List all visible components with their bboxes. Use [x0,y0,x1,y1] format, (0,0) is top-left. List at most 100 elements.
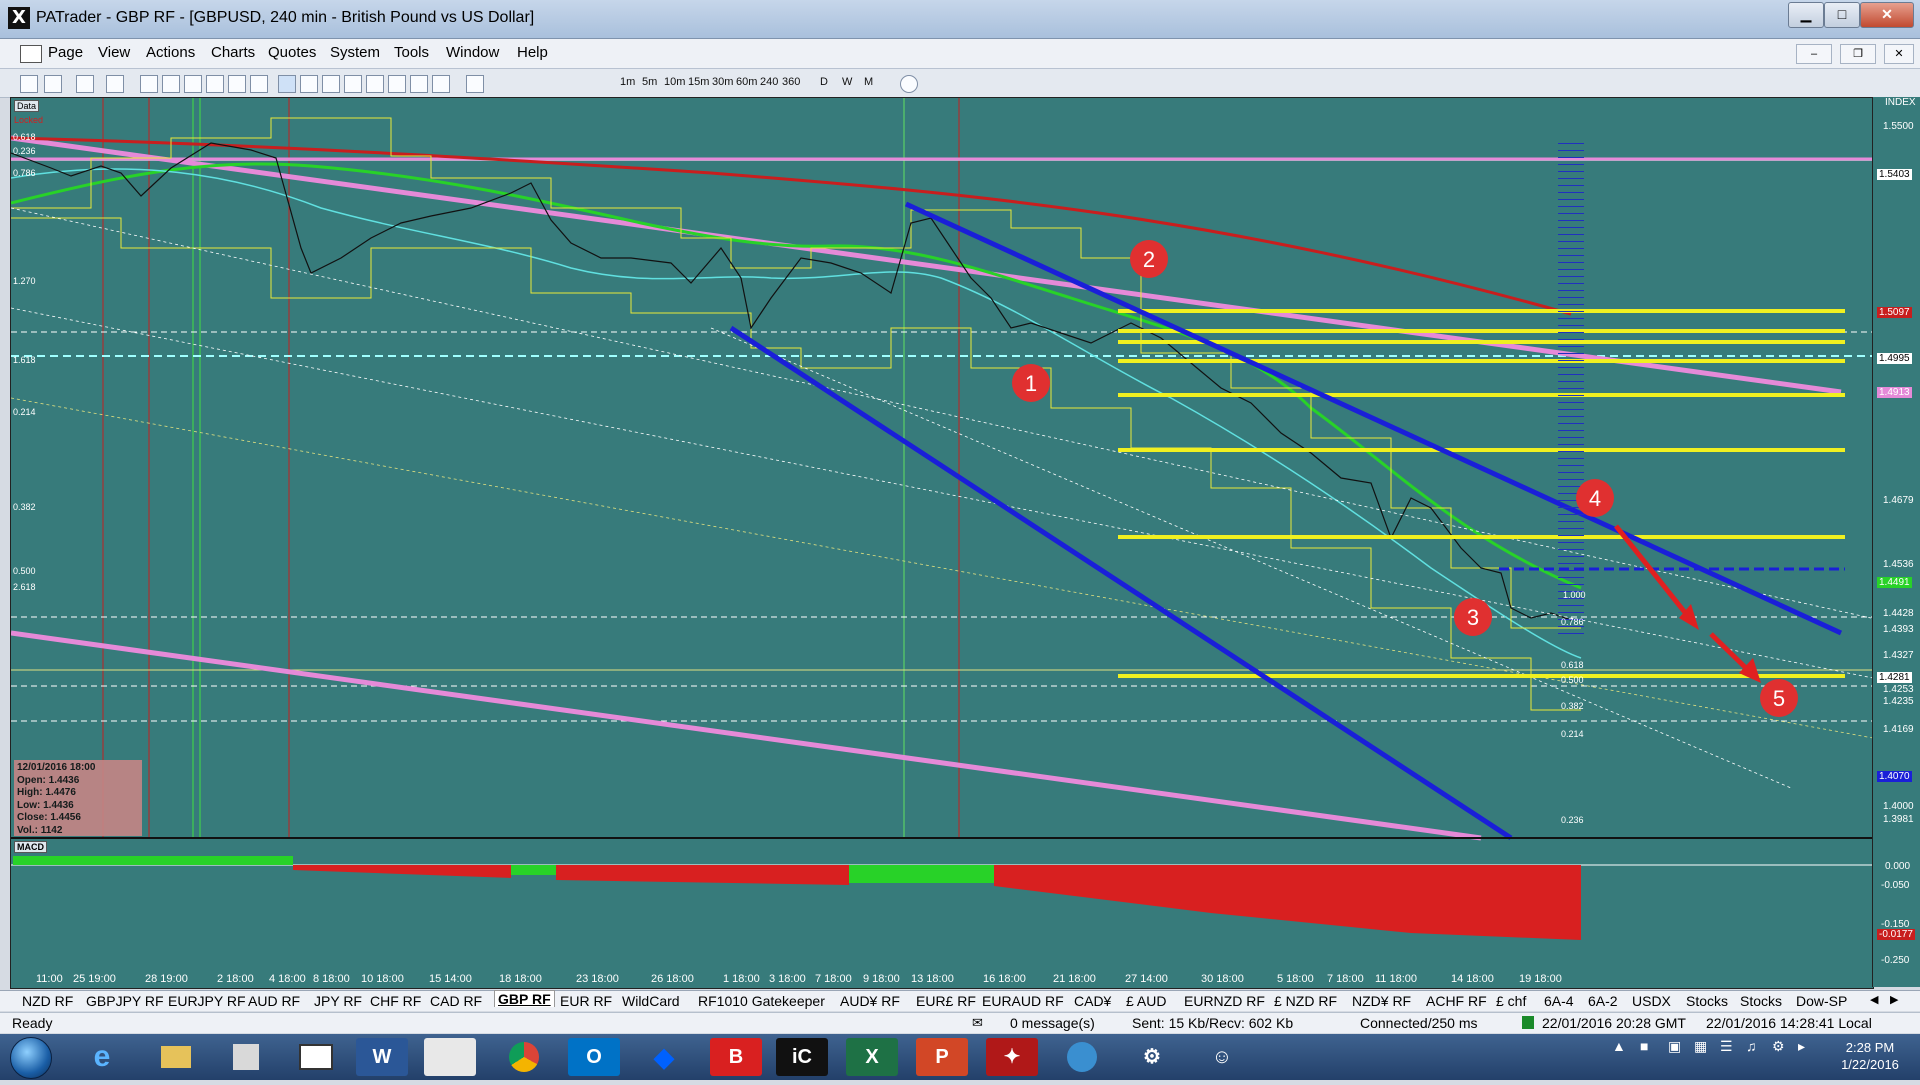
ic-app-icon[interactable]: iC [776,1038,828,1076]
tray-app-icon[interactable]: ⚙ [1772,1038,1785,1055]
tab-eur-gbp-rf[interactable]: EUR£ RF [916,993,976,1009]
menu-actions[interactable]: Actions [146,44,195,61]
start-button[interactable] [10,1037,52,1079]
tab-nzd-yen-rf[interactable]: NZD¥ RF [1352,993,1411,1009]
draw-tool-icon[interactable] [344,75,362,93]
tool-icon-3[interactable] [76,75,94,93]
tab-euraud-rf[interactable]: EURAUD RF [982,993,1064,1009]
timeframe-1m[interactable]: 1m [620,76,635,88]
b-app-icon[interactable]: B [710,1038,762,1076]
mdi-close-button[interactable]: ✕ [1884,44,1914,64]
timeframe-30m[interactable]: 30m [712,76,733,88]
ie-browser-icon[interactable]: e [76,1038,128,1076]
tab-cad-yen[interactable]: CAD¥ [1074,993,1111,1009]
draw-tool-icon[interactable] [322,75,340,93]
tab-dow-sp[interactable]: Dow-SP [1796,993,1847,1009]
draw-tool-icon[interactable] [162,75,180,93]
window-app-icon[interactable] [290,1038,342,1076]
draw-tool-icon[interactable] [184,75,202,93]
powerpoint-icon[interactable]: P [916,1038,968,1076]
patrader-icon[interactable] [424,1038,476,1076]
minimize-button[interactable]: ▁ [1788,2,1824,28]
circle-app-icon[interactable] [1056,1038,1108,1076]
people-app-icon[interactable]: ☺ [1196,1038,1248,1076]
price-chart-svg[interactable]: 1 2 3 4 5 0.618 0.236 0.786 1.270 1.618 … [11,98,1873,988]
timeframe-60m[interactable]: 60m [736,76,757,88]
timeframe-240[interactable]: 240 [760,76,778,88]
timeframe-10m[interactable]: 10m [664,76,685,88]
chrome-icon[interactable] [498,1038,550,1076]
tab-rf1010-gatekeeper[interactable]: RF1010 Gatekeeper [698,993,825,1009]
menu-charts[interactable]: Charts [211,44,255,61]
tab-6a-4[interactable]: 6A-4 [1544,993,1574,1009]
mdi-minimize-button[interactable]: – [1796,44,1832,64]
tray-app-icon[interactable]: ■ [1640,1038,1648,1054]
timeframe-5m[interactable]: 5m [642,76,657,88]
tray-app-icon[interactable]: ▣ [1668,1038,1681,1055]
tab-eurnzd-rf[interactable]: EURNZD RF [1184,993,1265,1009]
close-button[interactable]: ✕ [1860,2,1914,28]
tool-icon-2[interactable] [44,75,62,93]
mail-icon[interactable]: ✉ [972,1015,983,1031]
trendline-icon[interactable] [206,75,224,93]
draw-tool-icon[interactable] [466,75,484,93]
dropbox-icon[interactable]: ◆ [638,1038,690,1076]
draw-tool-icon[interactable] [410,75,428,93]
timeframe-360[interactable]: 360 [782,76,800,88]
period-week[interactable]: W [842,76,852,88]
network-app-icon[interactable]: ⚙ [1126,1038,1178,1076]
tray-arrow-icon[interactable]: ▲ [1612,1038,1626,1054]
clock-icon[interactable] [900,75,918,93]
tab-gbp-rf[interactable]: GBP RF [494,990,555,1007]
tray-app-icon[interactable]: ▸ [1798,1038,1805,1055]
tab-gbp-chf[interactable]: £ chf [1496,993,1526,1009]
tool-icon-1[interactable] [20,75,38,93]
period-month[interactable]: M [864,76,873,88]
tabs-scroll-left-icon[interactable]: ◀ [1870,993,1878,1006]
tab-jpy-rf[interactable]: JPY RF [314,993,362,1009]
draw-tool-icon[interactable] [228,75,246,93]
period-day[interactable]: D [820,76,828,88]
tab-chf-rf[interactable]: CHF RF [370,993,421,1009]
tab-eurjpy-rf[interactable]: EURJPY RF [168,993,246,1009]
draw-tool-icon[interactable] [432,75,450,93]
tab-gbpjpy-rf[interactable]: GBPJPY RF [86,993,164,1009]
tab-6a-2[interactable]: 6A-2 [1588,993,1618,1009]
crosshair-icon[interactable] [106,75,124,93]
tab-achf-rf[interactable]: ACHF RF [1426,993,1487,1009]
draw-tool-icon[interactable] [366,75,384,93]
word-icon[interactable]: W [356,1038,408,1076]
timeframe-15m[interactable]: 15m [688,76,709,88]
tab-eur-rf[interactable]: EUR RF [560,993,612,1009]
tab-stocks[interactable]: Stocks [1686,993,1728,1009]
menu-view[interactable]: View [98,44,130,61]
file-explorer-icon[interactable] [150,1038,202,1076]
tray-app-icon[interactable]: ▦ [1694,1038,1707,1055]
tab-nzd-rf[interactable]: NZD RF [22,993,73,1009]
outlook-icon[interactable]: O [568,1038,620,1076]
tab-wildcard[interactable]: WildCard [622,993,680,1009]
menu-help[interactable]: Help [517,44,548,61]
draw-tool-icon[interactable] [300,75,318,93]
menu-system[interactable]: System [330,44,380,61]
menu-quotes[interactable]: Quotes [268,44,316,61]
draw-tool-icon[interactable] [250,75,268,93]
tab-aud-rf[interactable]: AUD RF [248,993,300,1009]
chart-panel[interactable]: 1 2 3 4 5 0.618 0.236 0.786 1.270 1.618 … [10,97,1874,989]
menu-tools[interactable]: Tools [394,44,429,61]
volume-icon[interactable]: ♫ [1746,1038,1757,1054]
chart-menu-icon[interactable] [20,45,42,63]
menu-window[interactable]: Window [446,44,499,61]
tab-aud-yen-rf[interactable]: AUD¥ RF [840,993,900,1009]
tab-usdx[interactable]: USDX [1632,993,1671,1009]
excel-icon[interactable]: X [846,1038,898,1076]
mdi-restore-button[interactable]: ❐ [1840,44,1876,64]
bird-app-icon[interactable]: ✦ [986,1038,1038,1076]
tab-stocks-2[interactable]: Stocks [1740,993,1782,1009]
tab-cad-rf[interactable]: CAD RF [430,993,482,1009]
cursor-icon[interactable] [140,75,158,93]
tabs-scroll-right-icon[interactable]: ▶ [1890,993,1898,1006]
tab-gbp-aud[interactable]: £ AUD [1126,993,1166,1009]
menu-page[interactable]: Page [48,44,83,61]
tab-gbp-nzd-rf[interactable]: £ NZD RF [1274,993,1337,1009]
